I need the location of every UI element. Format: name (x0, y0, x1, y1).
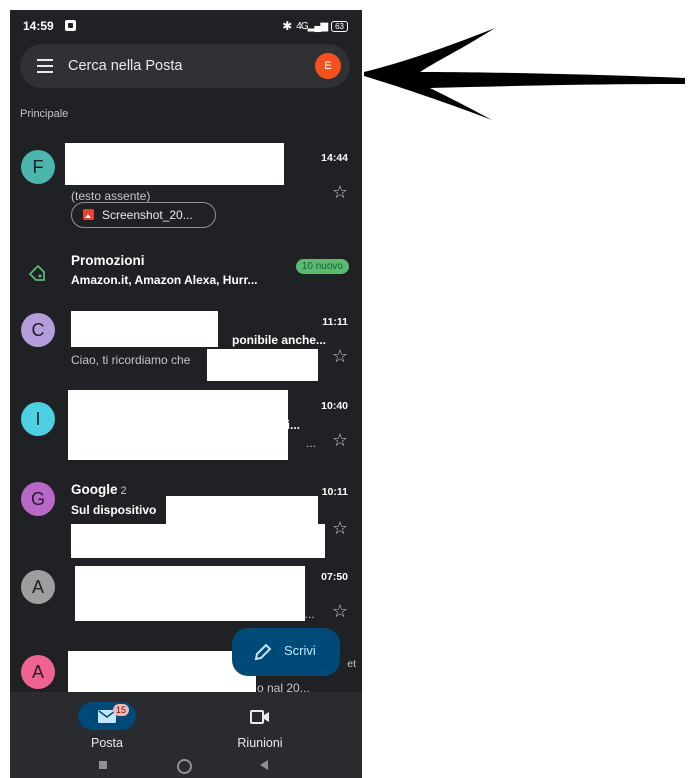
video-icon[interactable] (250, 710, 270, 724)
email-row[interactable]: A 07:50 e... ☆ (10, 563, 362, 638)
redacted-block (75, 566, 305, 621)
bottom-navigation: 15 Posta Riunioni (10, 692, 362, 778)
email-preview: (testo assente) (71, 189, 151, 203)
status-time: 14:59 (23, 19, 54, 33)
new-badge: 10 nuovo (295, 259, 349, 274)
star-icon[interactable]: ☆ (332, 346, 348, 367)
sender-avatar: I (21, 402, 55, 436)
status-bar: 14:59 ✱ 4G▂▄▆ 63 (10, 10, 362, 42)
tag-icon (28, 264, 45, 281)
star-icon[interactable]: ☆ (332, 518, 348, 539)
email-sender: Google 2 (71, 482, 127, 497)
email-subject: Sul dispositivo (71, 503, 157, 517)
email-row[interactable]: G Google 2 10:11 Sul dispositivo ☆ (10, 476, 362, 558)
unread-badge: 15 (113, 704, 130, 716)
system-navigation (10, 756, 362, 778)
menu-icon[interactable] (37, 59, 53, 73)
sender-avatar: C (21, 313, 55, 347)
recents-icon[interactable] (99, 761, 107, 769)
email-time: 14:44 (321, 152, 348, 164)
search-placeholder[interactable]: Cerca nella Posta (68, 58, 182, 74)
back-icon[interactable] (260, 760, 268, 770)
sender-avatar: A (21, 570, 55, 604)
image-icon (83, 209, 94, 220)
pencil-icon (254, 643, 272, 661)
account-avatar[interactable]: E (315, 53, 341, 79)
sender-avatar: G (21, 482, 55, 516)
star-icon[interactable]: ☆ (332, 430, 348, 451)
redacted-block (71, 311, 218, 347)
annotation-arrow-icon (364, 28, 685, 120)
signal-icon: 4G▂▄▆ (296, 20, 328, 32)
email-preview: Ciao, ti ricordiamo che (71, 353, 191, 367)
nav-mail-label[interactable]: Posta (78, 736, 136, 750)
redacted-block (71, 524, 325, 558)
sender-avatar: A (21, 655, 55, 689)
email-time: 10:40 (321, 400, 348, 412)
redacted-block (68, 651, 256, 693)
sender-name: Google (71, 482, 118, 497)
promotions-senders: Amazon.it, Amazon Alexa, Hurr... (71, 273, 258, 287)
battery-icon: 63 (331, 20, 348, 32)
home-icon[interactable] (177, 759, 192, 774)
section-label: Principale (20, 108, 69, 120)
promotions-title: Promozioni (71, 253, 145, 268)
phone-screen: 14:59 ✱ 4G▂▄▆ 63 Cerca nella Posta E Pri… (10, 10, 362, 778)
nav-mail-button[interactable]: 15 (78, 702, 136, 730)
email-preview: ... (306, 436, 317, 450)
attachment-chip[interactable]: Screenshot_20... (71, 202, 216, 228)
bluetooth-icon: ✱ (282, 19, 293, 33)
compose-button[interactable]: Scrivi (232, 628, 340, 676)
redacted-block (207, 349, 318, 381)
attachment-name: Screenshot_20... (102, 208, 193, 222)
email-time: et (347, 658, 356, 670)
star-icon[interactable]: ☆ (332, 601, 348, 622)
network-type: 4G (296, 20, 308, 32)
sender-avatar: F (21, 150, 55, 184)
thread-count: 2 (120, 485, 127, 497)
search-bar[interactable]: Cerca nella Posta E (20, 44, 350, 88)
redacted-block (65, 143, 284, 185)
status-icons: ✱ 4G▂▄▆ 63 (282, 19, 348, 33)
email-time: 10:11 (321, 486, 348, 498)
email-time: 07:50 (321, 571, 348, 583)
notification-icon (65, 20, 76, 31)
nav-meet-label[interactable]: Riunioni (220, 736, 300, 750)
compose-label: Scrivi (284, 643, 316, 658)
email-subject: ponibile anche... (232, 333, 327, 347)
email-row[interactable]: I 10:40 sti... ... ☆ (10, 390, 362, 465)
redacted-block (68, 390, 288, 460)
email-row[interactable]: C 11:11 ponibile anche... Ciao, ti ricor… (10, 310, 362, 385)
email-time: 11:11 (322, 316, 348, 328)
star-icon[interactable]: ☆ (332, 182, 348, 203)
